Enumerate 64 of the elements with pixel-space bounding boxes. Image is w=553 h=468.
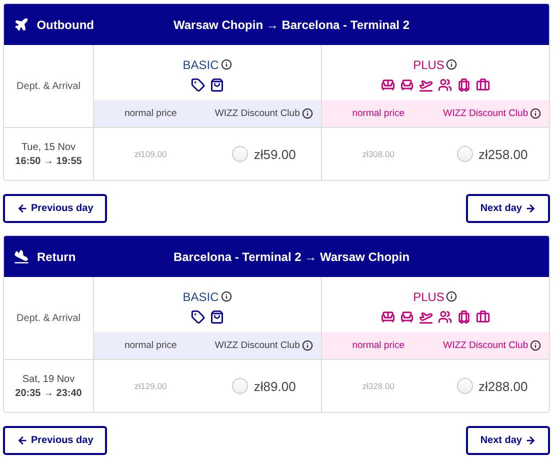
plane-icon bbox=[14, 249, 29, 264]
bag-icon bbox=[476, 78, 490, 92]
route-title: Barcelona - Terminal 2 → Warsaw Chopin bbox=[172, 250, 411, 264]
normal-price-label: normal price bbox=[352, 340, 405, 351]
fare-radio[interactable] bbox=[232, 146, 248, 162]
previous-day-button[interactable]: Previous day bbox=[3, 426, 108, 455]
club-price-label: WIZZ Discount Club bbox=[214, 108, 300, 119]
next-day-button[interactable]: Next day bbox=[466, 426, 550, 455]
normal-price: zł109.00 bbox=[134, 149, 167, 159]
arrow-right-icon bbox=[525, 203, 536, 214]
people-icon bbox=[438, 310, 452, 324]
suitcase-icon bbox=[456, 78, 471, 92]
info-icon[interactable] bbox=[530, 340, 542, 351]
flight-date: Tue, 15 Nov bbox=[21, 142, 76, 152]
info-icon[interactable] bbox=[530, 108, 542, 119]
flight-date: Sat, 19 Nov bbox=[22, 374, 75, 384]
fare-title: PLUS bbox=[413, 58, 444, 72]
club-price-label: WIZZ Discount Club bbox=[443, 108, 528, 119]
normal-price-label: normal price bbox=[124, 340, 177, 351]
fare-radio[interactable] bbox=[232, 378, 248, 394]
info-icon[interactable] bbox=[302, 340, 313, 351]
leg-label: Return bbox=[37, 250, 76, 264]
plane-icon bbox=[14, 17, 29, 32]
fare-title: BASIC bbox=[182, 58, 219, 72]
normal-price-label: normal price bbox=[352, 108, 405, 119]
info-icon[interactable] bbox=[302, 108, 313, 119]
flight-times: 16:50 → 19:55 bbox=[15, 156, 82, 166]
normal-price-label: normal price bbox=[124, 108, 177, 119]
normal-price: zł328.00 bbox=[362, 381, 394, 391]
fare-title: BASIC bbox=[182, 290, 219, 304]
bag-icon bbox=[476, 310, 490, 324]
info-icon[interactable] bbox=[220, 59, 232, 70]
club-price: zł288.00 bbox=[478, 378, 528, 394]
bag-icon bbox=[210, 78, 224, 92]
fare-title: PLUS bbox=[413, 290, 444, 304]
flight-times: 20:35 → 23:40 bbox=[15, 388, 82, 398]
plane-takeoff-icon bbox=[418, 310, 433, 324]
club-price: zł258.00 bbox=[478, 146, 528, 162]
club-price-label: WIZZ Discount Club bbox=[214, 340, 300, 351]
tag-icon bbox=[190, 78, 205, 92]
seat-icon bbox=[400, 78, 414, 92]
info-icon[interactable] bbox=[446, 291, 458, 302]
route-title: Warsaw Chopin → Barcelona - Terminal 2 bbox=[172, 18, 411, 32]
club-price: zł59.00 bbox=[254, 146, 296, 162]
seat-icon bbox=[400, 310, 414, 324]
club-price-label: WIZZ Discount Club bbox=[443, 340, 528, 351]
arrow-right-icon bbox=[525, 435, 536, 446]
tag-icon bbox=[190, 310, 205, 324]
fare-radio[interactable] bbox=[456, 146, 473, 162]
next-day-button[interactable]: Next day bbox=[466, 194, 550, 223]
fare-radio[interactable] bbox=[456, 378, 473, 394]
normal-price: zł308.00 bbox=[362, 149, 394, 159]
arrow-left-icon bbox=[17, 203, 28, 214]
leg-label: Outbound bbox=[36, 18, 94, 32]
previous-day-button[interactable]: Previous day bbox=[3, 194, 108, 223]
plane-takeoff-icon bbox=[418, 78, 433, 92]
arrow-left-icon bbox=[17, 435, 28, 446]
bag-icon bbox=[210, 310, 224, 324]
people-icon bbox=[438, 78, 452, 92]
suitcase-icon bbox=[456, 310, 471, 324]
info-icon[interactable] bbox=[220, 291, 232, 302]
info-icon[interactable] bbox=[446, 59, 458, 70]
normal-price: zł129.00 bbox=[134, 381, 167, 391]
club-price: zł89.00 bbox=[254, 378, 296, 394]
